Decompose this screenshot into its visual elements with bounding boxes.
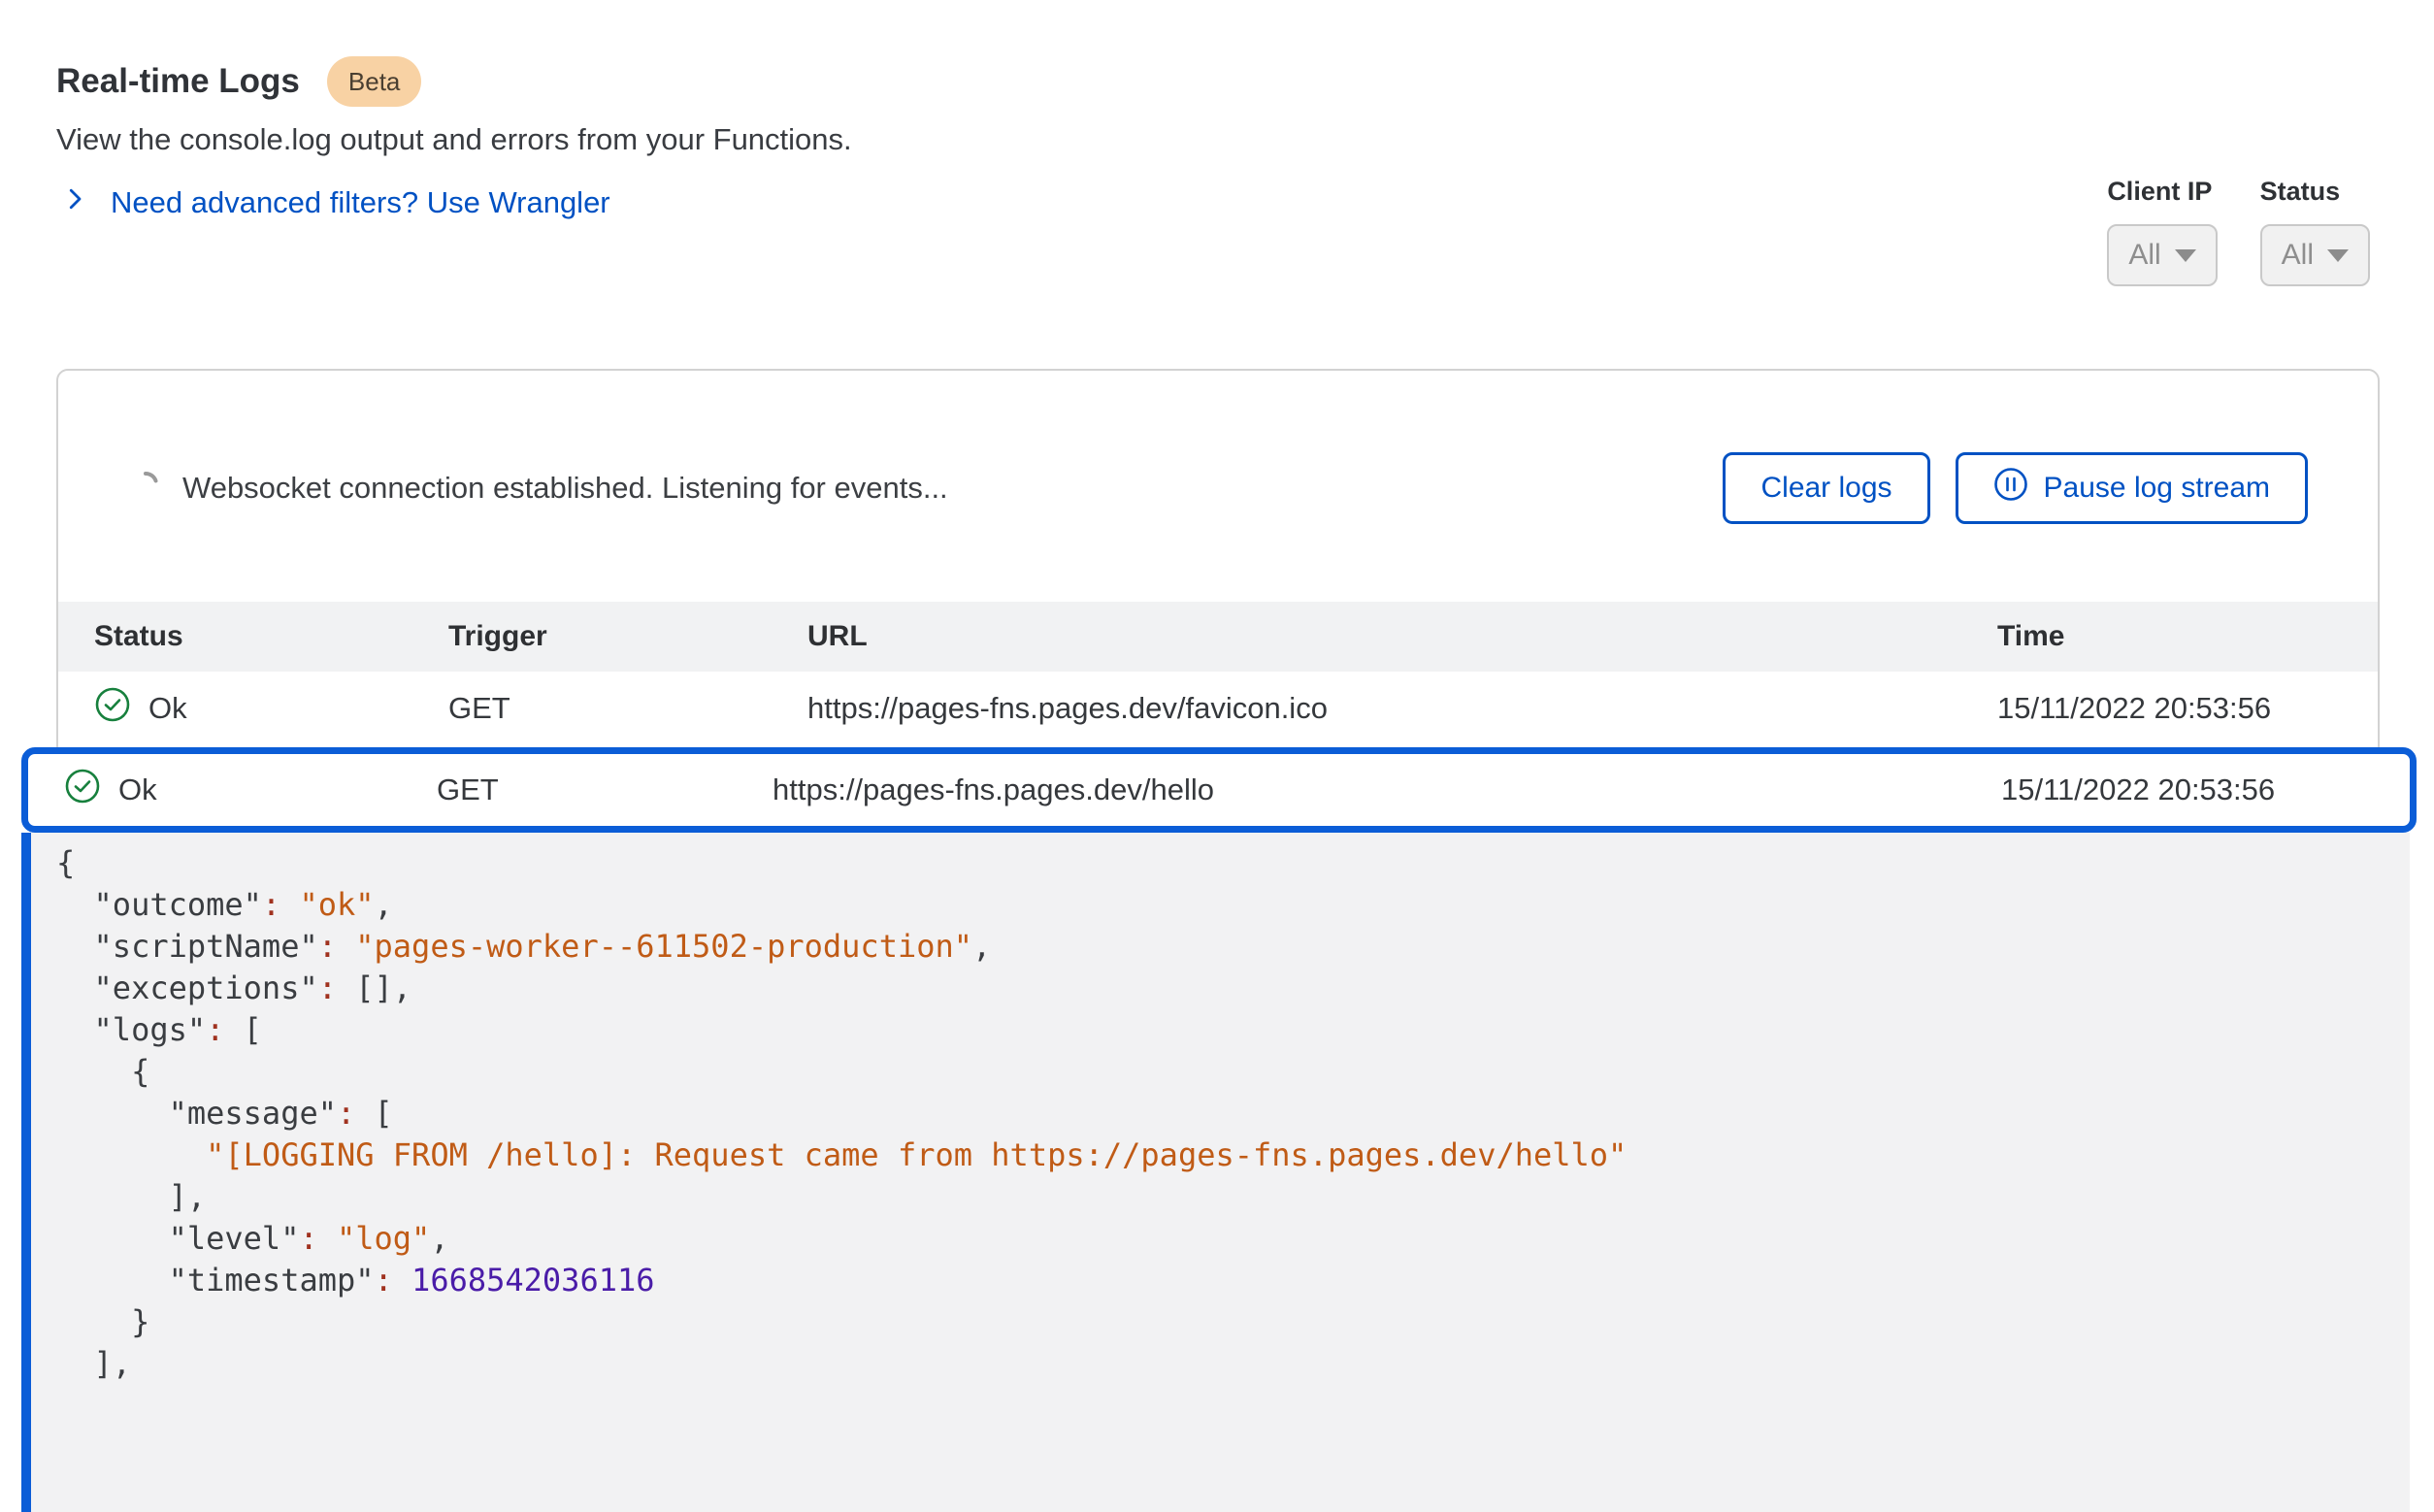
websocket-status-text: Websocket connection established. Listen…	[182, 471, 948, 506]
status-cell: Ok	[64, 768, 437, 812]
url-value: https://pages-fns.pages.dev/favicon.ico	[807, 691, 1997, 726]
filters: Client IP All Status All	[2107, 177, 2370, 286]
status-value: Ok	[148, 691, 187, 726]
client-ip-filter-dropdown[interactable]: All	[2107, 224, 2217, 286]
wrangler-link[interactable]: Need advanced filters? Use Wrangler	[60, 184, 610, 221]
client-ip-filter-value: All	[2128, 239, 2160, 272]
log-json: { "outcome": "ok", "scriptName": "pages-…	[56, 842, 2410, 1385]
log-actions: Clear logs Pause log stream	[1723, 452, 2308, 524]
log-panel: Websocket connection established. Listen…	[56, 369, 2380, 802]
page-title: Real-time Logs	[56, 62, 300, 101]
beta-badge: Beta	[327, 56, 422, 107]
time-value: 15/11/2022 20:53:56	[1997, 691, 2378, 726]
clear-logs-label: Clear logs	[1760, 472, 1891, 505]
log-detail-panel: { "outcome": "ok", "scriptName": "pages-…	[21, 833, 2410, 1512]
expanded-log-entry: Ok GET https://pages-fns.pages.dev/hello…	[21, 747, 2417, 1512]
status-filter-value: All	[2282, 239, 2314, 272]
chevron-right-icon	[60, 184, 89, 221]
caret-down-icon	[2327, 249, 2349, 262]
spinner-icon	[132, 471, 159, 506]
url-value: https://pages-fns.pages.dev/hello	[773, 772, 2001, 807]
status-filter-label: Status	[2260, 177, 2370, 207]
log-table-header: Status Trigger URL Time	[58, 602, 2378, 672]
check-circle-icon	[94, 686, 131, 731]
pause-icon	[1993, 467, 2028, 509]
wrangler-link-label: Need advanced filters? Use Wrangler	[111, 185, 610, 220]
trigger-value: GET	[448, 691, 807, 726]
column-header-trigger: Trigger	[448, 620, 807, 653]
log-panel-header: Websocket connection established. Listen…	[58, 371, 2378, 602]
status-cell: Ok	[94, 686, 448, 731]
status-filter: Status All	[2260, 177, 2370, 286]
column-header-url: URL	[807, 620, 1997, 653]
pause-log-stream-label: Pause log stream	[2044, 472, 2270, 505]
clear-logs-button[interactable]: Clear logs	[1723, 452, 1929, 524]
column-header-time: Time	[1997, 620, 2378, 653]
page-subtitle: View the console.log output and errors f…	[56, 122, 852, 157]
time-value: 15/11/2022 20:53:56	[2001, 772, 2410, 807]
page-header: Real-time Logs Beta	[56, 56, 421, 107]
caret-down-icon	[2175, 249, 2196, 262]
pause-log-stream-button[interactable]: Pause log stream	[1956, 452, 2308, 524]
log-row-expanded[interactable]: Ok GET https://pages-fns.pages.dev/hello…	[21, 747, 2417, 833]
trigger-value: GET	[437, 772, 773, 807]
status-filter-dropdown[interactable]: All	[2260, 224, 2370, 286]
websocket-status: Websocket connection established. Listen…	[132, 471, 948, 506]
status-value: Ok	[118, 772, 157, 807]
column-header-status: Status	[94, 620, 448, 653]
client-ip-filter: Client IP All	[2107, 177, 2217, 286]
client-ip-filter-label: Client IP	[2107, 177, 2217, 207]
check-circle-icon	[64, 768, 101, 812]
log-row[interactable]: Ok GET https://pages-fns.pages.dev/favic…	[58, 672, 2378, 745]
